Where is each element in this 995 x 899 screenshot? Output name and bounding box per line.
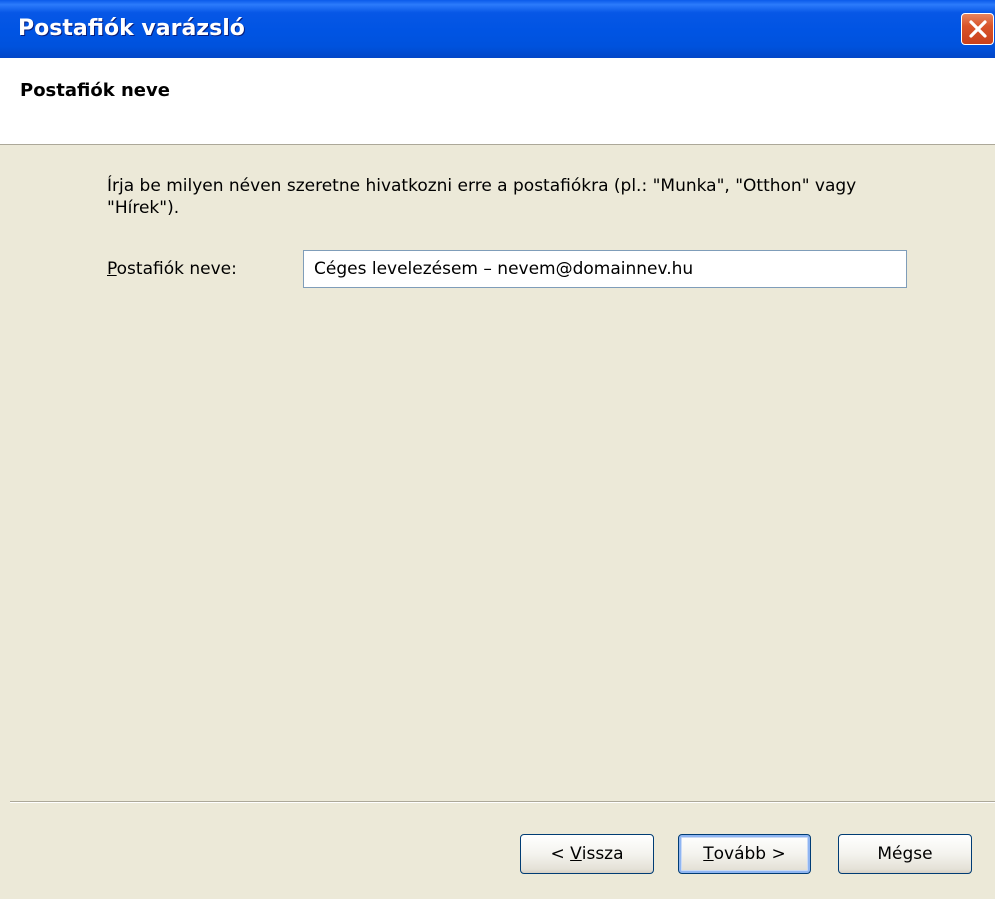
instruction-text: Írja be milyen néven szeretne hivatkozni… (107, 176, 857, 218)
next-button-rest: ovább > (713, 844, 786, 864)
back-button-accel: V (570, 844, 582, 864)
close-button[interactable] (961, 13, 994, 45)
back-button[interactable]: < Vissza (520, 834, 654, 874)
cancel-button[interactable]: Mégse (838, 834, 972, 874)
account-name-label-rest: ostafiók neve: (116, 259, 237, 279)
account-name-label-accel: P (107, 259, 117, 279)
page-title: Postafiók neve (20, 80, 170, 101)
account-wizard-window: Postafiók varázsló Postafiók neve Írja b… (0, 0, 995, 899)
window-title: Postafiók varázsló (18, 16, 245, 41)
back-button-rest: issza (581, 844, 624, 864)
next-button-accel: T (703, 844, 714, 864)
wizard-header: Postafiók neve (0, 58, 995, 145)
account-name-input[interactable] (303, 250, 907, 288)
title-bar[interactable]: Postafiók varázsló (0, 0, 995, 58)
footer-separator (10, 801, 995, 803)
back-button-prefix: < (550, 844, 571, 864)
account-name-label: Postafiók neve: (107, 259, 237, 279)
next-button[interactable]: Tovább > (678, 834, 811, 874)
close-icon (969, 20, 987, 38)
